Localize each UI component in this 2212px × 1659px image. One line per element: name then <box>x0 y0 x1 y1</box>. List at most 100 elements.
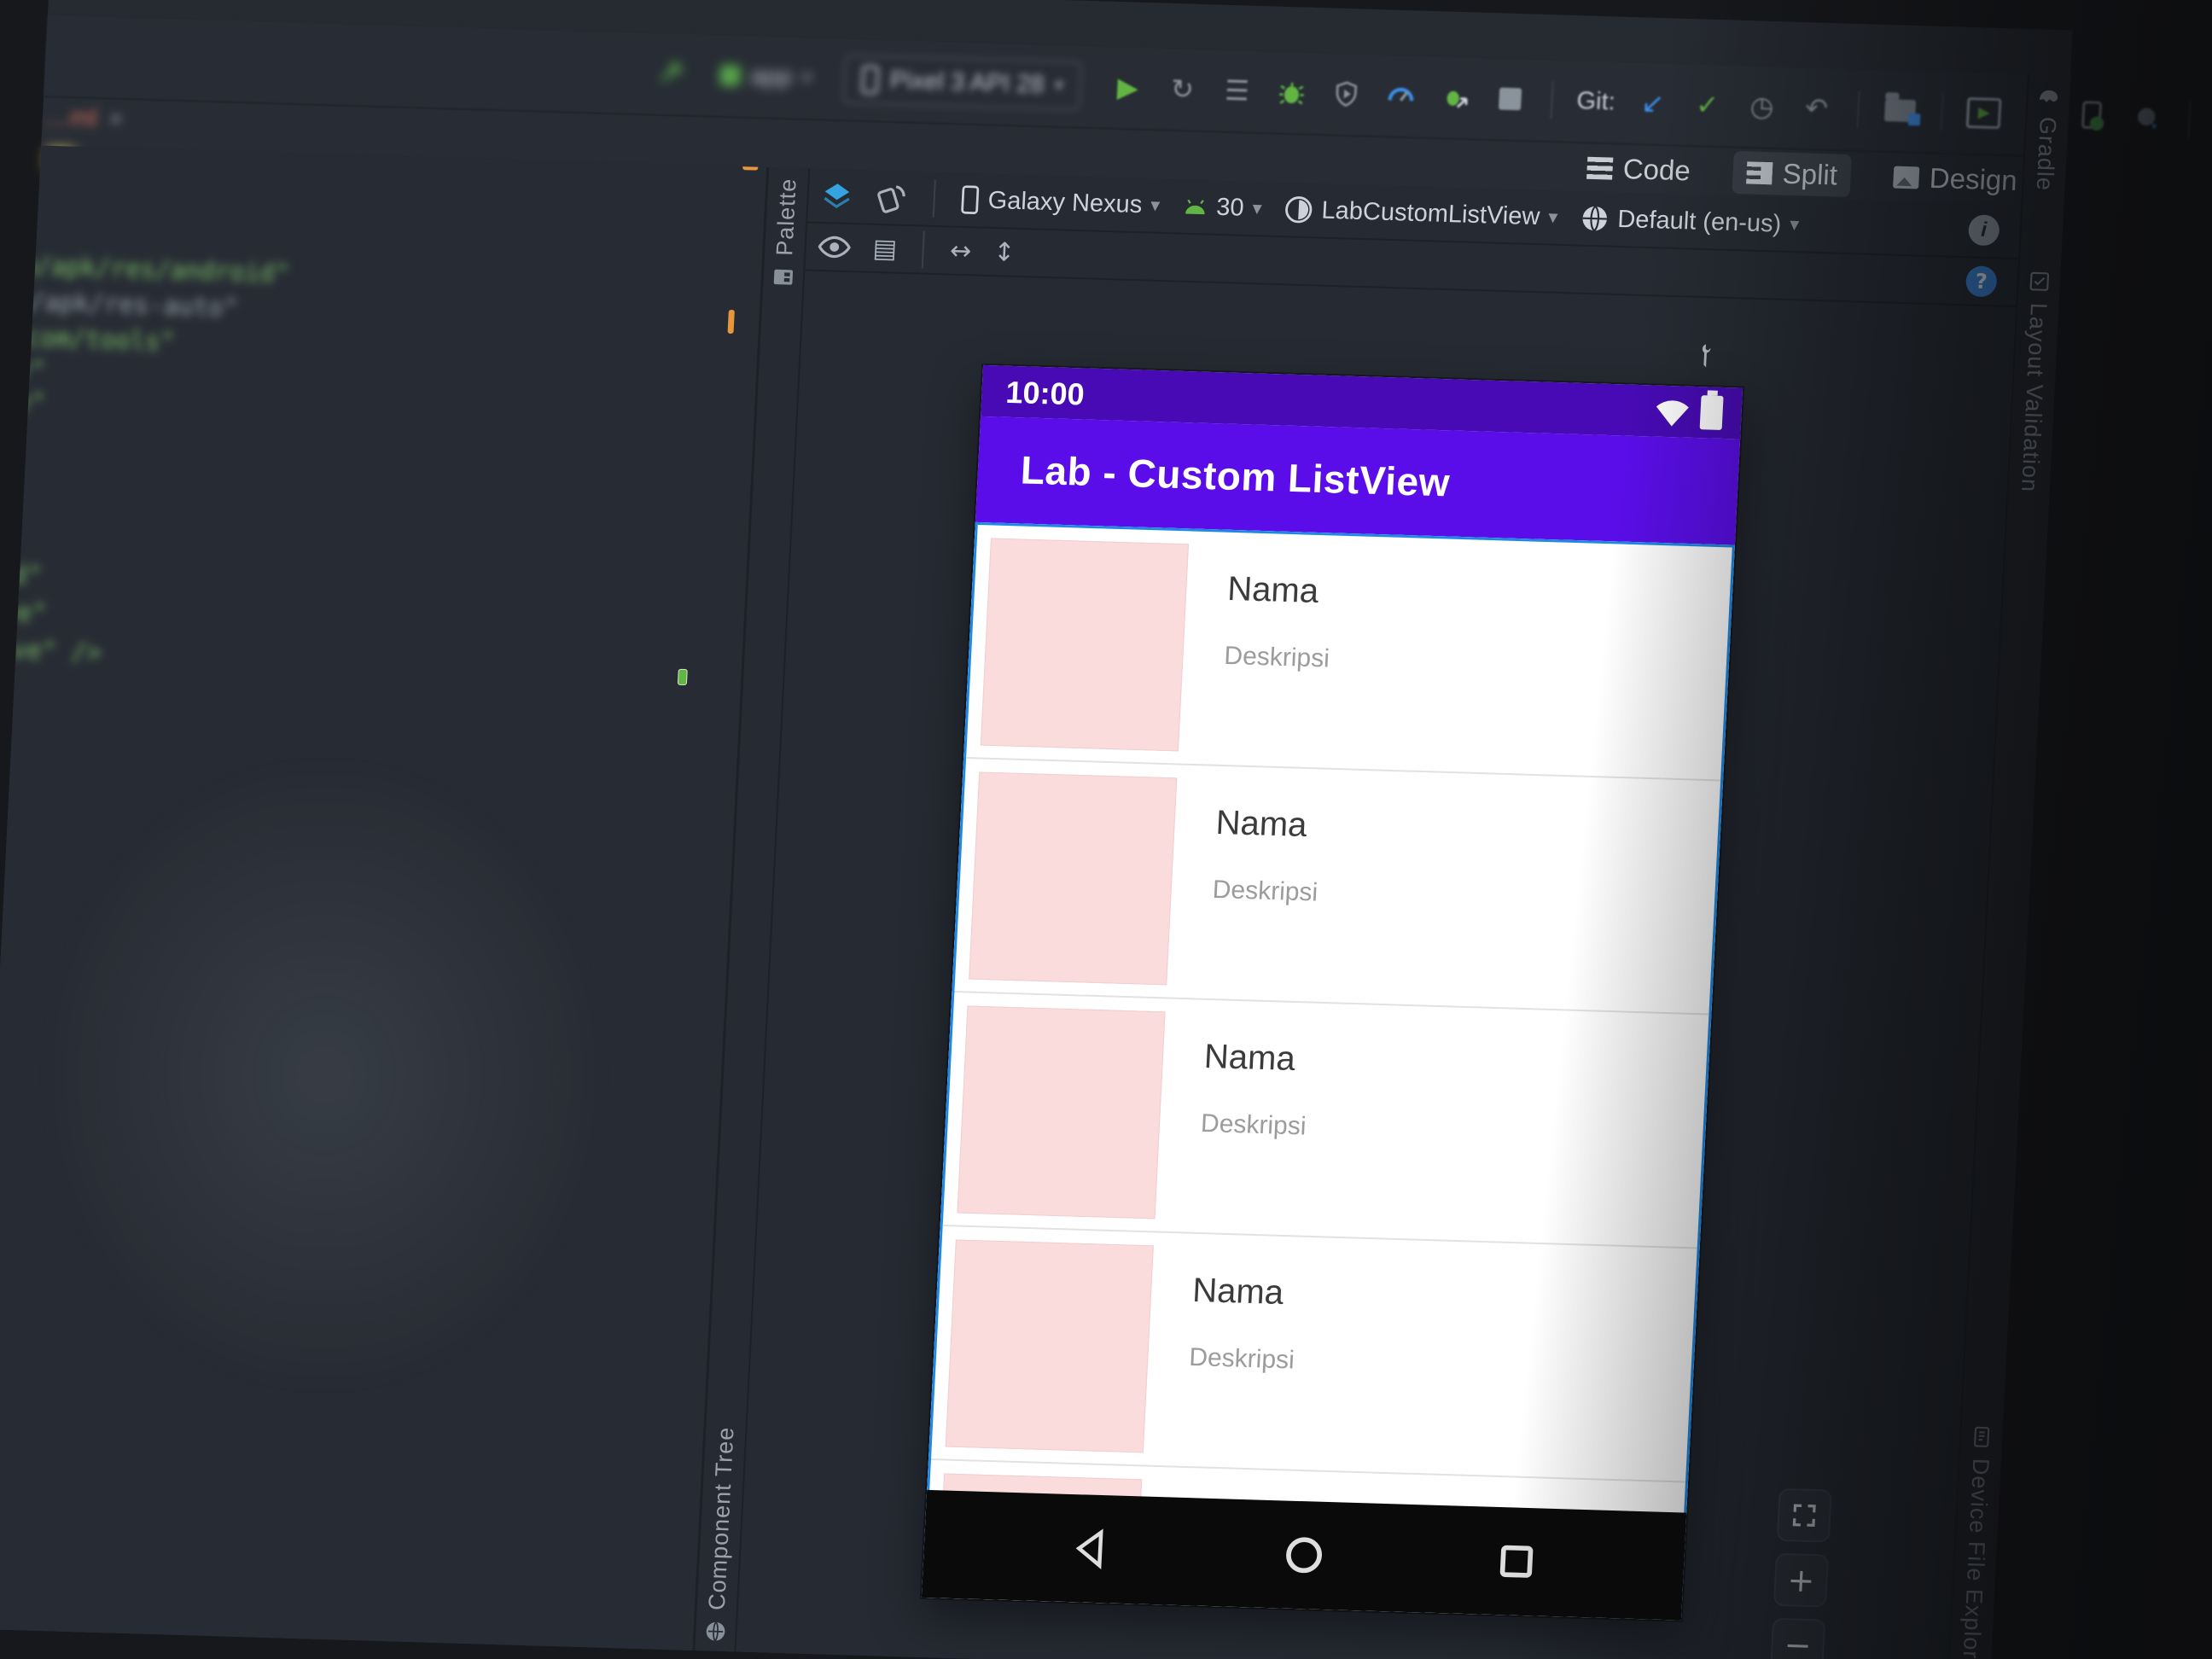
git-update-icon[interactable]: ↙ <box>1635 85 1671 120</box>
stop-button[interactable] <box>1493 81 1528 116</box>
zoom-in-button[interactable]: + <box>1773 1552 1829 1608</box>
debug-button[interactable] <box>1274 75 1310 110</box>
tab-code-label: Code <box>1621 153 1691 187</box>
design-surface-button[interactable] <box>820 179 854 212</box>
phone-icon <box>861 65 880 95</box>
scrollbar-warning-mark[interactable] <box>727 309 735 335</box>
device-dropdown[interactable]: Pixel 3 API 28 ▾ <box>842 54 1083 111</box>
device-for-preview-dropdown[interactable]: Galaxy Nexus ▾ <box>960 185 1161 220</box>
logcat-icon[interactable]: ▶ <box>1965 96 2002 131</box>
design-surface[interactable]: 10:00 Lab - Custom ListView Nama Deskrip… <box>736 271 2017 1659</box>
profiler-icon[interactable] <box>1383 78 1419 113</box>
list-item[interactable]: Nama Deskripsi <box>931 1224 1697 1481</box>
code-line: ve" <box>1 597 48 628</box>
layout-variants-icon[interactable]: ▤ <box>872 233 898 264</box>
render-settings-wrench-icon[interactable] <box>1689 341 1720 370</box>
palette-label: Palette <box>771 178 801 257</box>
api-level: 30 <box>1215 193 1245 222</box>
tab-code[interactable]: Code <box>1573 146 1705 193</box>
gradle-tab[interactable]: Gradle <box>2023 85 2069 191</box>
run-button[interactable]: ▶ <box>1110 70 1146 105</box>
orientation-vertical-icon[interactable]: ↕ <box>992 237 1016 268</box>
toolbar-separator <box>922 230 926 269</box>
editor-tab-label: …ml <box>44 102 98 133</box>
list-item[interactable]: Nama Deskripsi <box>942 990 1709 1248</box>
item-title: Nama <box>1202 1037 1296 1079</box>
run-configuration-dropdown[interactable]: app ▾ <box>703 52 828 101</box>
help-icon[interactable]: ? <box>1965 265 1998 298</box>
toolbar-separator <box>1940 93 1944 131</box>
git-rollback-icon[interactable]: ↶ <box>1799 90 1835 125</box>
zoom-out-button[interactable]: − <box>1770 1617 1826 1659</box>
chevron-down-icon: ▾ <box>1053 74 1065 96</box>
code-mode-icon <box>1586 156 1614 180</box>
list-view[interactable]: Nama Deskripsi Nama Deskripsi Nama Deskr… <box>921 521 1735 1621</box>
profile-debug-icon[interactable] <box>1438 79 1474 114</box>
layout-validation-tab[interactable]: Layout Validation <box>2008 270 2060 493</box>
image-placeholder <box>969 771 1178 986</box>
android-icon <box>1185 199 1205 215</box>
run-config-label: app <box>749 61 793 91</box>
tab-split[interactable]: Split <box>1732 150 1853 198</box>
code-line: droid.com/apk/res/android" <box>0 247 291 288</box>
git-label: Git: <box>1575 86 1616 116</box>
battery-icon <box>1699 395 1724 430</box>
back-button-icon[interactable] <box>1068 1526 1115 1572</box>
item-subtitle: Deskripsi <box>1188 1342 1295 1375</box>
toolbar-separator <box>2187 100 2192 138</box>
device-file-explorer-label: Device File Explorer <box>1957 1458 1994 1659</box>
item-subtitle: Deskripsi <box>1223 641 1330 673</box>
device-manager-icon[interactable] <box>2075 99 2111 134</box>
close-icon[interactable]: × <box>108 106 124 133</box>
sdk-manager-icon[interactable] <box>2130 101 2166 136</box>
globe-icon <box>1582 206 1607 232</box>
tab-split-label: Split <box>1781 157 1838 191</box>
locale-name: Default (en-us) <box>1616 205 1783 238</box>
component-tree-icon <box>706 1621 725 1642</box>
device-name: Galaxy Nexus <box>987 186 1144 218</box>
api-version-dropdown[interactable]: 30 ▾ <box>1181 192 1262 223</box>
list-item[interactable]: Nama Deskripsi <box>966 525 1732 780</box>
chevron-down-icon: ▾ <box>1547 206 1559 229</box>
split-mode-icon <box>1746 161 1773 185</box>
toolbar-separator <box>932 179 936 218</box>
palette-tab[interactable]: Palette <box>763 178 807 288</box>
project-structure-icon[interactable] <box>1883 93 1918 128</box>
status-time: 10:00 <box>1004 374 1086 412</box>
chevron-down-icon: ▾ <box>1251 197 1263 219</box>
orientation-button[interactable] <box>875 181 909 214</box>
list-item[interactable]: Nama Deskripsi <box>954 756 1721 1014</box>
home-button-icon[interactable] <box>1281 1532 1328 1578</box>
photo-frame: app ▾ Pixel 3 API 28 ▾ ▶ ↻ ☰ Git: ↙ ✓ ◷ … <box>0 0 2212 1659</box>
restart-activity-icon[interactable]: ↻ <box>1165 72 1201 107</box>
phone-preview[interactable]: 10:00 Lab - Custom ListView Nama Deskrip… <box>921 364 1743 1621</box>
item-title: Nama <box>1214 803 1308 845</box>
toolbar-separator <box>1856 90 1860 129</box>
wifi-icon <box>1656 400 1689 427</box>
app-title: Lab - Custom ListView <box>1019 447 1452 505</box>
tab-design[interactable]: Design <box>1879 155 2032 202</box>
git-history-icon[interactable]: ◷ <box>1744 89 1780 124</box>
theme-dropdown[interactable]: LabCustomListView ▾ <box>1284 195 1559 232</box>
device-file-explorer-icon <box>1974 1427 1990 1448</box>
run-list-icon[interactable]: ☰ <box>1220 73 1255 108</box>
orientation-horizontal-icon[interactable]: ↔ <box>949 236 972 266</box>
view-options-icon[interactable] <box>818 234 852 260</box>
design-mode-icon <box>1893 166 1920 189</box>
zoom-to-fit-button[interactable] <box>1776 1487 1832 1543</box>
code-line: ve" /> <box>11 635 102 667</box>
coverage-icon[interactable] <box>1329 77 1365 112</box>
navigation-bar <box>921 1489 1687 1621</box>
theme-name: LabCustomListView <box>1320 196 1541 230</box>
locale-dropdown[interactable]: Default (en-us) ▾ <box>1580 204 1801 240</box>
git-commit-icon[interactable]: ✓ <box>1690 87 1726 122</box>
wrench-icon[interactable] <box>653 56 689 91</box>
info-icon[interactable]: i <box>1967 214 2000 247</box>
recents-button-icon[interactable] <box>1493 1539 1540 1585</box>
tab-design-label: Design <box>1929 161 2018 196</box>
editor-tab[interactable]: …ml × <box>44 103 124 135</box>
code-line: d" <box>11 560 44 591</box>
palette-icon <box>773 269 794 285</box>
chevron-down-icon: ▾ <box>1789 213 1800 236</box>
code-editor[interactable]: droid.com/apk/res/android" .com/apk/res-a… <box>0 145 767 1650</box>
